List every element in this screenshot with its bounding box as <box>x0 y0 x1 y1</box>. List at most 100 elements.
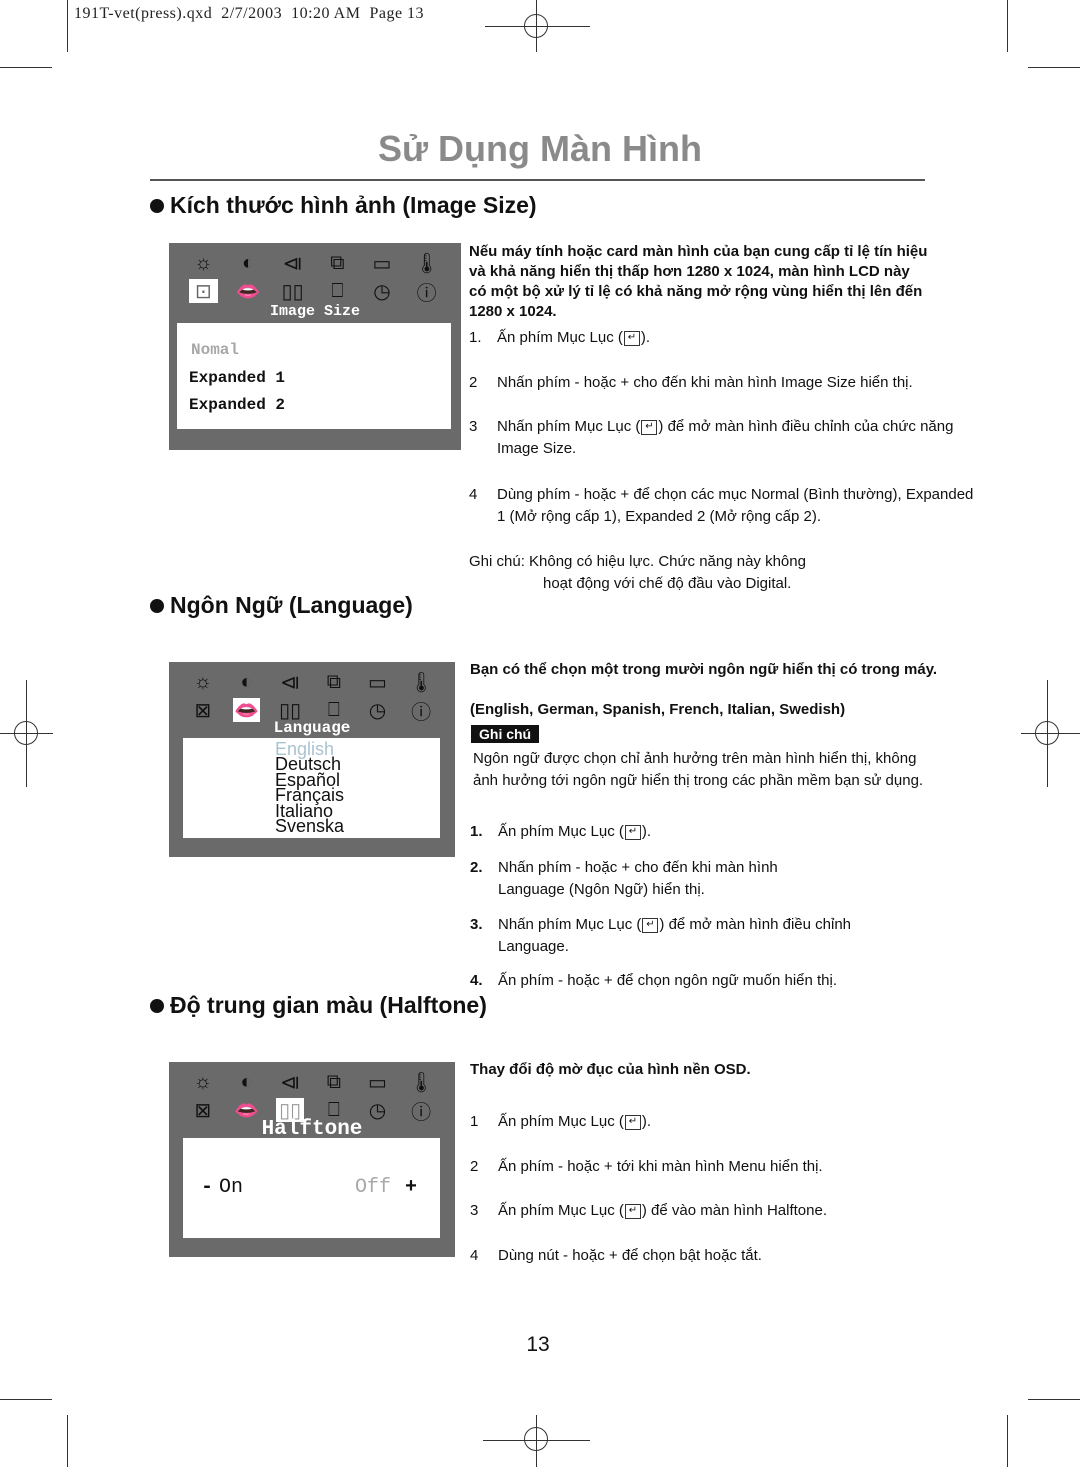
crop-mark <box>1007 0 1009 52</box>
step-number: 2 <box>470 1158 479 1175</box>
image-size-intro: Nếu máy tính hoặc card màn hình của bạn … <box>469 243 928 320</box>
timer-icon: ◷ <box>373 280 391 303</box>
step-text: ) để vào màn hình Halftone. <box>641 1202 828 1219</box>
step-number: 3. <box>470 916 483 933</box>
registration-mark <box>1035 721 1059 745</box>
registration-mark <box>524 14 548 38</box>
page-number: 13 <box>526 1333 550 1356</box>
osd-halftone: ☼ ◐ ⧏ ⧉ ▭ 🌡 ⊠ 👄 ▯▯ ⎕ ◷ ⓘ Halftone - On O… <box>169 1062 455 1257</box>
image-size-note-line-2: hoạt động với chế độ đầu vào Digital. <box>543 575 792 592</box>
language-note: Ngôn ngữ được chọn chỉ ảnh hưởng trên mà… <box>473 750 924 789</box>
step-text: Ấn phím Mục Lục ( <box>497 329 623 346</box>
enter-key-icon: ↵ <box>642 917 659 933</box>
step-number: 4 <box>470 1247 479 1264</box>
bullet-icon <box>150 998 164 1013</box>
color-temperature-icon: 🌡 <box>413 252 440 275</box>
file-slug: 191T-vet(press).qxd 2/7/2003 10:20 AM Pa… <box>74 5 425 22</box>
enter-key-icon: ↵ <box>624 824 641 840</box>
crop-mark <box>67 1415 69 1467</box>
option-on[interactable]: On <box>219 1176 243 1199</box>
option-off[interactable]: Off <box>355 1176 391 1199</box>
step-number: 1 <box>470 1113 479 1130</box>
option-normal[interactable]: Nomal <box>191 341 239 359</box>
brightness-icon: ☼ <box>193 1070 212 1093</box>
step-text: Ấn phím - hoặc + tới khi màn hình Menu h… <box>498 1158 823 1175</box>
position-icon: ⧏ <box>282 252 303 275</box>
osd-icon-grid: ☼ ◐ ⧏ ⧉ ▭ 🌡 ⊠ 👄 ▯▯ ⎕ ◷ ⓘ <box>181 1070 443 1124</box>
osd-image-size: ☼ ◐ ⧏ ⧉ ▭ 🌡 ⊡ 👄 ▯▯ ⎕ ◷ ⓘ Image Size Noma… <box>169 243 461 450</box>
position-icon: ⧏ <box>280 671 301 694</box>
enter-key-icon: ↵ <box>623 330 640 346</box>
step-text: ). <box>641 823 652 840</box>
crop-mark <box>0 67 52 69</box>
language-list: (English, German, Spanish, French, Itali… <box>470 701 846 718</box>
step-text: Nhấn phím Mục Lục ( <box>497 418 641 435</box>
language-icon: 👄 <box>235 280 261 303</box>
video-icon: ▭ <box>368 671 387 694</box>
step-number: 2 <box>469 374 478 391</box>
plus-button[interactable]: + <box>405 1176 417 1199</box>
step-number: 1. <box>470 823 483 840</box>
halftone-icon: ▯▯ <box>281 280 304 303</box>
step-text: Ấn phím Mục Lục ( <box>498 1113 624 1130</box>
page-title: Sử Dụng Màn Hình <box>377 128 703 169</box>
position-icon: ⧏ <box>280 1071 301 1094</box>
option-svenska[interactable]: Svenska <box>275 817 344 834</box>
option-expanded-1[interactable]: Expanded 1 <box>189 369 285 387</box>
step-text: Ấn phím Mục Lục ( <box>498 823 624 840</box>
step-text: Nhấn phím - hoặc + cho đến khi màn hình … <box>498 859 778 898</box>
contrast-icon: ◐ <box>240 670 253 693</box>
heading-text: Ngôn Ngữ (Language) <box>170 592 413 618</box>
crop-mark <box>67 0 69 52</box>
osd-language: ☼ ◐ ⧏ ⧉ ▭ 🌡 ⊠ 👄 ▯▯ ⎕ ◷ ⓘ Language Englis… <box>169 662 455 857</box>
option-expanded-2[interactable]: Expanded 2 <box>189 396 285 414</box>
section-heading-image-size: Kích thước hình ảnh (Image Size) <box>150 192 537 219</box>
image-size-note-line-1: Ghi chú: Không có hiệu lực. Chức năng nà… <box>469 553 806 570</box>
step-text: Nhấn phím - hoặc + cho đến khi màn hình … <box>497 374 913 391</box>
osd-title: Language <box>273 719 351 737</box>
video-icon: ▭ <box>368 1071 387 1094</box>
note-badge-label: Ghi chú <box>471 725 540 743</box>
osd-options-panel: English Deutsch Español Français Italian… <box>183 738 440 838</box>
window-icon: ⧉ <box>326 1070 341 1093</box>
contrast-icon: ◐ <box>241 251 255 274</box>
registration-mark <box>14 721 38 745</box>
heading-text: Độ trung gian màu (Halftone) <box>170 992 487 1018</box>
crop-mark <box>1007 1415 1009 1467</box>
step-text: Ấn phím - hoặc + để chọn ngôn ngữ muốn h… <box>498 972 838 989</box>
video-icon: ▭ <box>372 252 392 275</box>
enter-key-icon: ↵ <box>641 419 658 435</box>
step-text: ). <box>641 1113 652 1130</box>
crop-mark <box>0 1399 52 1401</box>
osd-icon-grid: ☼ ◐ ⧏ ⧉ ▭ 🌡 ⊡ 👄 ▯▯ ⎕ ◷ ⓘ <box>181 251 449 305</box>
osd-title: Image Size <box>269 303 360 320</box>
language-intro: Bạn có thể chọn một trong mười ngôn ngữ … <box>470 661 938 678</box>
step-number: 4. <box>470 972 483 989</box>
step-text: ). <box>640 329 651 346</box>
title-divider <box>150 179 925 181</box>
brightness-icon: ☼ <box>194 251 213 274</box>
color-temperature-icon: 🌡 <box>408 1071 434 1094</box>
enter-key-icon: ↵ <box>624 1203 641 1219</box>
note-badge: Ghi chú <box>471 725 540 744</box>
enter-key-icon: ↵ <box>624 1114 641 1130</box>
step-text: Dùng nút - hoặc + để chọn bật hoặc tắt. <box>498 1247 762 1264</box>
crop-mark <box>1028 67 1080 69</box>
registration-mark <box>524 1427 548 1451</box>
minus-button[interactable]: - <box>201 1176 213 1199</box>
step-number: 2. <box>470 859 483 876</box>
osd-icon-grid: ☼ ◐ ⧏ ⧉ ▭ 🌡 ⊠ 👄 ▯▯ ⎕ ◷ ⓘ <box>181 670 443 724</box>
step-number: 4 <box>469 486 478 503</box>
information-icon: ⓘ <box>416 282 437 305</box>
brightness-icon: ☼ <box>193 670 212 693</box>
step-text: Ấn phím Mục Lục ( <box>498 1202 624 1219</box>
step-number: 1. <box>469 329 482 346</box>
color-temperature-icon: 🌡 <box>408 671 434 694</box>
step-text: Nhấn phím Mục Lục ( <box>498 916 642 933</box>
heading-text: Kích thước hình ảnh (Image Size) <box>170 192 537 218</box>
osd-options-panel: Nomal Expanded 1 Expanded 2 <box>177 323 451 429</box>
window-icon: ⧉ <box>326 670 341 693</box>
section-heading-halftone: Độ trung gian màu (Halftone) <box>150 992 487 1019</box>
step-text: Dùng phím - hoặc + để chọn các mục Norma… <box>497 486 974 525</box>
crop-mark <box>1028 1399 1080 1401</box>
